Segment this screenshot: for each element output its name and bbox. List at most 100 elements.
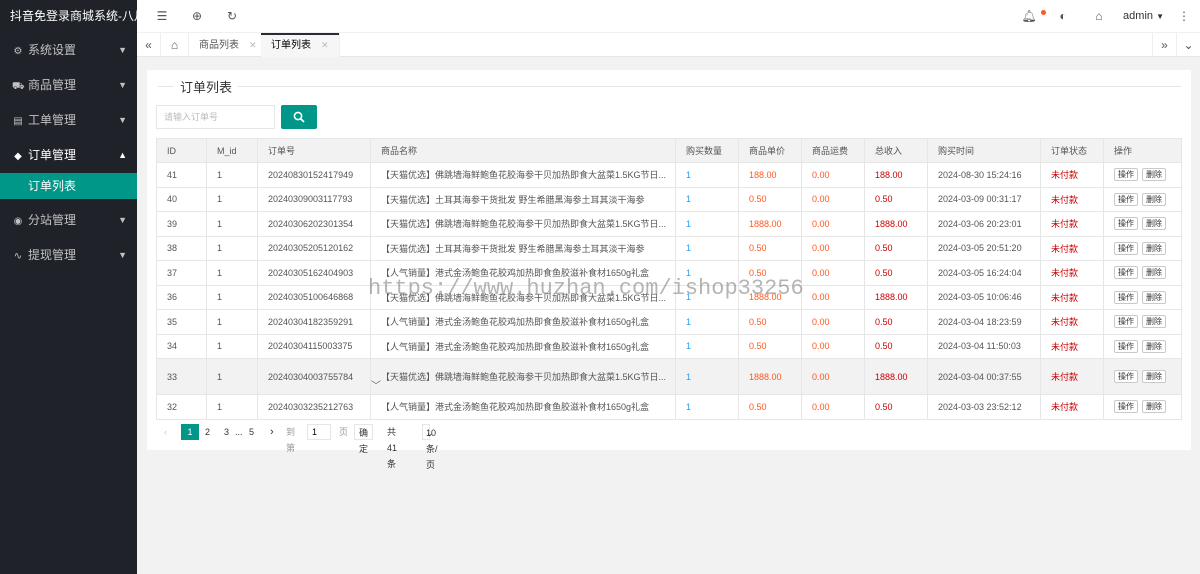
edit-button[interactable]: 操作 [1114, 168, 1138, 182]
table-row[interactable]: 34 1 20240304115003375 【人气销量】港式金汤鲍鱼花胶鸡加热即食鱼… [156, 333, 1182, 359]
prev-page-icon[interactable]: ‹ [164, 424, 167, 440]
cell-shipping: 0.00 [801, 394, 865, 420]
col-total[interactable]: 总收入 [864, 138, 928, 163]
delete-button[interactable]: 删除 [1142, 241, 1166, 255]
page-1-button[interactable]: 1 [181, 424, 199, 440]
goto-confirm-button[interactable]: 确定 [354, 424, 374, 454]
table-row[interactable]: 38 1 20240305205120162 【天猫优选】土耳其海参干货批发 野生希腊… [156, 235, 1182, 261]
table-row[interactable]: 35 1 20240304182359291 【人气销量】港式金汤鲍鱼花胶鸡加热即食鱼… [156, 309, 1182, 335]
globe-icon[interactable]: ⊕ [187, 0, 207, 33]
close-icon[interactable]: ✕ [249, 40, 257, 50]
cell-status: 未付款 [1040, 211, 1104, 237]
table-row[interactable]: 39 1 20240306202301354 【天猫优选】佛跳墙海鲜鲍鱼花胶海参干贝加… [156, 211, 1182, 237]
col-product-name[interactable]: 商品名称 [370, 138, 676, 163]
edit-button[interactable]: 操作 [1114, 217, 1138, 231]
sidebar-item-orders[interactable]: ◆ 订单管理 ▲ [0, 138, 137, 173]
caret-down-icon: ⌄ [426, 428, 434, 438]
delete-button[interactable]: 删除 [1142, 400, 1166, 414]
delete-button[interactable]: 删除 [1142, 168, 1166, 182]
cell-actions: 操作 删除 [1103, 235, 1182, 261]
delete-button[interactable]: 删除 [1142, 315, 1166, 329]
ticket-icon: ▤ [13, 116, 23, 127]
top-header: ☰ ⊕ ↻ 🔔︎ ◐ ⌂ admin ▼ ⋮ [137, 0, 1200, 33]
col-status[interactable]: 订单状态 [1040, 138, 1104, 163]
order-number-search-input[interactable] [156, 105, 275, 129]
delete-button[interactable]: 删除 [1142, 217, 1166, 231]
table-row[interactable]: 41 1 20240830152417949 【天猫优选】佛跳墙海鲜鲍鱼花胶海参干贝加… [156, 162, 1182, 188]
cell-id: 34 [156, 333, 207, 359]
refresh-icon[interactable]: ↻ [222, 0, 242, 33]
user-menu[interactable]: admin ▼ [1123, 0, 1164, 33]
cell-status: 未付款 [1040, 235, 1104, 261]
cell-mid: 1 [206, 235, 258, 261]
table-row[interactable]: 40 1 20240309003117793 【天猫优选】土耳其海参干货批发 野生希腊… [156, 186, 1182, 212]
edit-button[interactable]: 操作 [1114, 370, 1138, 383]
cell-order-no: 20240305205120162 [257, 235, 371, 261]
cell-id: 32 [156, 394, 207, 420]
sidebar-subitem-order-list[interactable]: 订单列表 [0, 173, 137, 199]
home-icon[interactable]: ⌂ [161, 33, 189, 57]
tabs-scroll-left-icon[interactable]: « [137, 33, 161, 57]
sidebar-item-goods[interactable]: ⛟ 商品管理 ▼ [0, 68, 137, 103]
delete-button[interactable]: 删除 [1142, 192, 1166, 206]
table-row[interactable]: 37 1 20240305162404903 【人气销量】港式金汤鲍鱼花胶鸡加热即食鱼… [156, 260, 1182, 286]
tabs-menu-icon[interactable]: ⌄ [1176, 33, 1200, 57]
sidebar-item-substations[interactable]: ◉ 分站管理 ▼ [0, 203, 137, 238]
bell-icon[interactable]: 🔔︎ [1019, 0, 1039, 33]
tag-icon[interactable]: ⌂ [1089, 0, 1109, 33]
tab-goods-list[interactable]: 商品列表 ✕ [189, 33, 268, 57]
edit-button[interactable]: 操作 [1114, 266, 1138, 280]
edit-button[interactable]: 操作 [1114, 339, 1138, 353]
edit-button[interactable]: 操作 [1114, 192, 1138, 206]
table-row[interactable]: 33 1 20240304003755784 【天猫优选】佛跳墙海鲜鲍鱼花胶海参干贝加… [156, 358, 1182, 395]
delete-button[interactable]: 删除 [1142, 370, 1166, 383]
edit-button[interactable]: 操作 [1114, 290, 1138, 304]
page-size-select[interactable]: 10 条/页 ⌄ [422, 424, 438, 470]
search-button[interactable] [281, 105, 317, 129]
cell-id: 35 [156, 309, 207, 335]
cell-id: 40 [156, 186, 207, 212]
tab-order-list[interactable]: 订单列表 ✕ [261, 33, 340, 57]
app-title: 抖音免登录商城系统-八月 [0, 0, 137, 33]
cell-order-no: 20240305162404903 [257, 260, 371, 286]
close-icon[interactable]: ✕ [321, 40, 329, 50]
delete-button[interactable]: 删除 [1142, 266, 1166, 280]
cell-status: 未付款 [1040, 309, 1104, 335]
page-3-button[interactable]: 3 [224, 424, 229, 440]
col-quantity[interactable]: 购买数量 [675, 138, 739, 163]
card-legend: 订单列表 [158, 77, 1181, 96]
cell-status: 未付款 [1040, 333, 1104, 359]
cell-shipping: 0.00 [801, 162, 865, 188]
sidebar-item-withdraw[interactable]: ∿ 提现管理 ▼ [0, 238, 137, 273]
cell-mid: 1 [206, 162, 258, 188]
goto-page-input[interactable] [307, 424, 331, 440]
cell-product-name: 【人气销量】港式金汤鲍鱼花胶鸡加热即食鱼胶滋补食材1650g礼盒 [370, 309, 676, 335]
next-page-icon[interactable]: › [270, 424, 274, 440]
theme-icon[interactable]: ◐ [1053, 0, 1073, 33]
col-unit-price[interactable]: 商品单价 [738, 138, 802, 163]
table-row[interactable]: 36 1 20240305100646868 【天猫优选】佛跳墙海鲜鲍鱼花胶海参干贝加… [156, 284, 1182, 310]
sidebar-item-settings[interactable]: ⚙ 系统设置 ▼ [0, 33, 137, 68]
edit-button[interactable]: 操作 [1114, 315, 1138, 329]
edit-button[interactable]: 操作 [1114, 241, 1138, 255]
table-row[interactable]: 32 1 20240303235212763 【人气销量】港式金汤鲍鱼花胶鸡加热即食鱼… [156, 394, 1182, 420]
page-2-button[interactable]: 2 [205, 424, 210, 440]
cell-quantity: 1 [675, 333, 739, 359]
edit-button[interactable]: 操作 [1114, 400, 1138, 414]
col-mid[interactable]: M_id [206, 138, 258, 163]
chevron-down-icon: ▼ [118, 250, 127, 260]
delete-button[interactable]: 删除 [1142, 290, 1166, 304]
cell-order-no: 20240305100646868 [257, 284, 371, 310]
sidebar: 抖音免登录商城系统-八月 ⚙ 系统设置 ▼ ⛟ 商品管理 ▼ ▤ 工单管理 ▼ ◆ 订单… [0, 0, 137, 574]
sidebar-item-tickets[interactable]: ▤ 工单管理 ▼ [0, 103, 137, 138]
col-time[interactable]: 购买时间 [927, 138, 1041, 163]
page-5-button[interactable]: 5 [249, 424, 254, 440]
menu-toggle-icon[interactable]: ☰ [152, 0, 172, 33]
col-id[interactable]: ID [156, 138, 207, 163]
delete-button[interactable]: 删除 [1142, 339, 1166, 353]
col-order-no[interactable]: 订单号 [257, 138, 371, 163]
more-vertical-icon[interactable]: ⋮ [1174, 0, 1194, 33]
cell-mid: 1 [206, 186, 258, 212]
col-shipping[interactable]: 商品运费 [801, 138, 865, 163]
tabs-scroll-right-icon[interactable]: » [1152, 33, 1176, 57]
